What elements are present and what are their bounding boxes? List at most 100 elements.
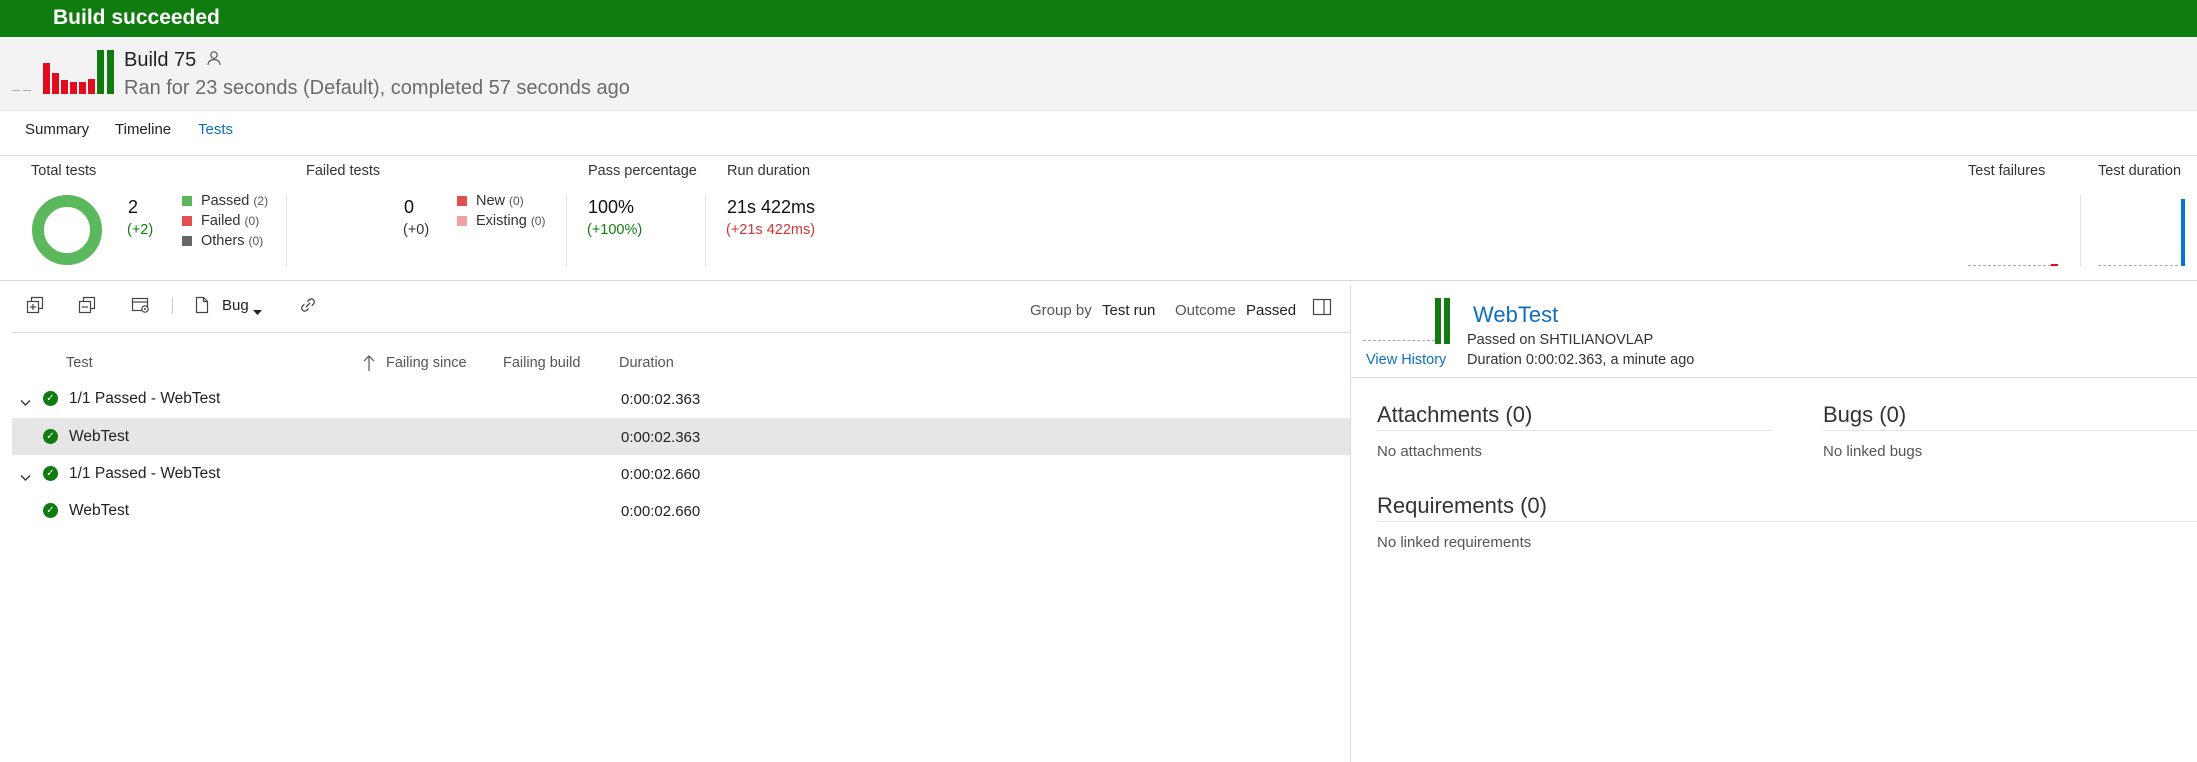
build-number: Build 75	[124, 49, 197, 71]
legend-new-count: (0)	[509, 194, 524, 208]
bugs-title: Bugs (0)	[1823, 402, 1907, 427]
failed-tests-count: 0	[404, 197, 415, 217]
test-failures-trend-label: Test failures	[1968, 163, 2046, 179]
legend-passed-count: (2)	[253, 194, 269, 208]
column-header-duration[interactable]: Duration	[619, 355, 674, 371]
tabs-divider	[0, 155, 2197, 156]
passed-icon: ✓	[43, 466, 58, 481]
legend-existing-label: Existing	[476, 213, 527, 229]
summary-divider	[2080, 195, 2081, 267]
test-duration: 0:00:02.363	[621, 429, 701, 446]
test-run-name: 1/1 Passed - WebTest	[69, 465, 221, 482]
column-header-failing-since[interactable]: Failing since	[386, 355, 467, 371]
legend-passed-label: Passed	[201, 193, 250, 209]
section-divider	[1377, 521, 2197, 522]
attachments-empty: No attachments	[1377, 443, 1483, 460]
table-row[interactable]: ✓ WebTest 0:00:02.363	[12, 418, 1350, 455]
run-duration-label: Run duration	[727, 163, 811, 179]
legend-failed-swatch	[182, 216, 192, 226]
requirements-empty: No linked requirements	[1377, 534, 1532, 551]
build-title: Build 75	[124, 49, 222, 72]
passed-icon: ✓	[43, 391, 58, 406]
chevron-down-icon[interactable]	[20, 394, 31, 412]
outcome-dropdown[interactable]: Passed	[1246, 302, 1296, 319]
legend-existing-count: (0)	[530, 214, 546, 228]
legend-new-label: New	[476, 193, 506, 209]
detail-duration: Duration 0:00:02.363, a minute ago	[1467, 352, 1695, 368]
test-duration-trend-chart[interactable]	[2098, 195, 2193, 269]
test-duration-trend-label: Test duration	[2098, 163, 2182, 179]
build-status-banner: Build succeeded	[0, 0, 2197, 37]
legend-others-label: Others	[201, 233, 245, 249]
test-name: WebTest	[69, 428, 130, 445]
document-icon	[194, 296, 210, 319]
column-header-failing-build[interactable]: Failing build	[503, 355, 580, 371]
table-row[interactable]: ✓ WebTest 0:00:02.660	[12, 493, 1350, 530]
toolbar-divider-line	[12, 332, 1350, 333]
summary-divider-line	[0, 280, 2197, 281]
run-duration-delta: (+21s 422ms)	[726, 222, 816, 238]
chevron-down-icon[interactable]	[20, 469, 31, 487]
link-icon[interactable]	[298, 296, 318, 319]
pane-splitter[interactable]	[1350, 285, 1351, 762]
summary-divider	[705, 195, 706, 267]
chevron-down-icon	[253, 303, 262, 321]
column-options-icon[interactable]	[131, 296, 151, 319]
bugs-empty: No linked bugs	[1823, 443, 1923, 460]
legend-existing-swatch	[457, 216, 467, 226]
test-run-name: 1/1 Passed - WebTest	[69, 390, 221, 407]
requirements-title: Requirements (0)	[1377, 493, 1547, 518]
group-by-label: Group by	[1030, 302, 1092, 319]
pass-percentage-delta: (+100%)	[587, 222, 643, 238]
build-status-title: Build succeeded	[53, 6, 220, 29]
tab-tests[interactable]: Tests	[198, 121, 233, 138]
test-failures-trend-chart[interactable]	[1968, 195, 2078, 269]
toolbar-separator	[172, 298, 173, 314]
test-duration: 0:00:02.660	[621, 466, 701, 483]
detail-divider-line	[1351, 377, 2197, 378]
test-history-chart[interactable]	[1363, 296, 1453, 344]
tab-summary[interactable]: Summary	[25, 121, 89, 138]
passed-icon: ✓	[43, 503, 58, 518]
expand-all-icon[interactable]	[26, 296, 44, 319]
view-history-link[interactable]: View History	[1366, 352, 1446, 368]
attachments-title: Attachments (0)	[1377, 402, 1533, 427]
section-divider	[1377, 430, 1772, 431]
group-by-dropdown[interactable]: Test run	[1102, 302, 1155, 319]
tab-timeline[interactable]: Timeline	[115, 121, 171, 138]
legend-failed-count: (0)	[244, 214, 260, 228]
table-row[interactable]: ✓ 1/1 Passed - WebTest 0:00:02.363	[12, 381, 1350, 418]
passed-icon: ✓	[43, 429, 58, 444]
detail-test-title[interactable]: WebTest	[1473, 302, 1558, 328]
total-tests-donut	[31, 194, 103, 271]
section-divider	[1823, 430, 2197, 431]
collapse-all-icon[interactable]	[78, 296, 96, 319]
build-subtitle: Ran for 23 seconds (Default), completed …	[124, 77, 630, 99]
build-history-chart[interactable]	[12, 44, 114, 94]
sort-ascending-icon[interactable]	[362, 354, 376, 377]
table-row[interactable]: ✓ 1/1 Passed - WebTest 0:00:02.660	[12, 456, 1350, 493]
pass-percentage-label: Pass percentage	[588, 163, 697, 179]
run-duration-value: 21s 422ms	[727, 197, 816, 217]
summary-divider	[566, 195, 567, 267]
person-icon[interactable]	[206, 49, 222, 72]
column-header-test[interactable]: Test	[66, 355, 93, 371]
test-duration: 0:00:02.660	[621, 503, 701, 520]
bug-label: Bug	[222, 297, 249, 314]
test-name: WebTest	[69, 502, 130, 519]
failed-tests-delta: (+0)	[403, 222, 430, 238]
failed-tests-label: Failed tests	[306, 163, 381, 179]
total-tests-label: Total tests	[31, 163, 97, 179]
total-tests-delta: (+2)	[127, 222, 154, 238]
legend-new-swatch	[457, 196, 467, 206]
legend-others-swatch	[182, 236, 192, 246]
test-duration: 0:00:02.363	[621, 391, 701, 408]
details-pane-toggle-icon[interactable]	[1312, 298, 1332, 321]
pass-percentage-value: 100%	[588, 197, 635, 217]
summary-divider	[286, 195, 287, 267]
detail-passed-on: Passed on SHTILIANOVLAP	[1467, 332, 1654, 348]
total-tests-count: 2	[128, 197, 139, 217]
legend-others-count: (0)	[248, 234, 264, 248]
legend-passed-swatch	[182, 196, 192, 206]
legend-failed-label: Failed	[201, 213, 241, 229]
